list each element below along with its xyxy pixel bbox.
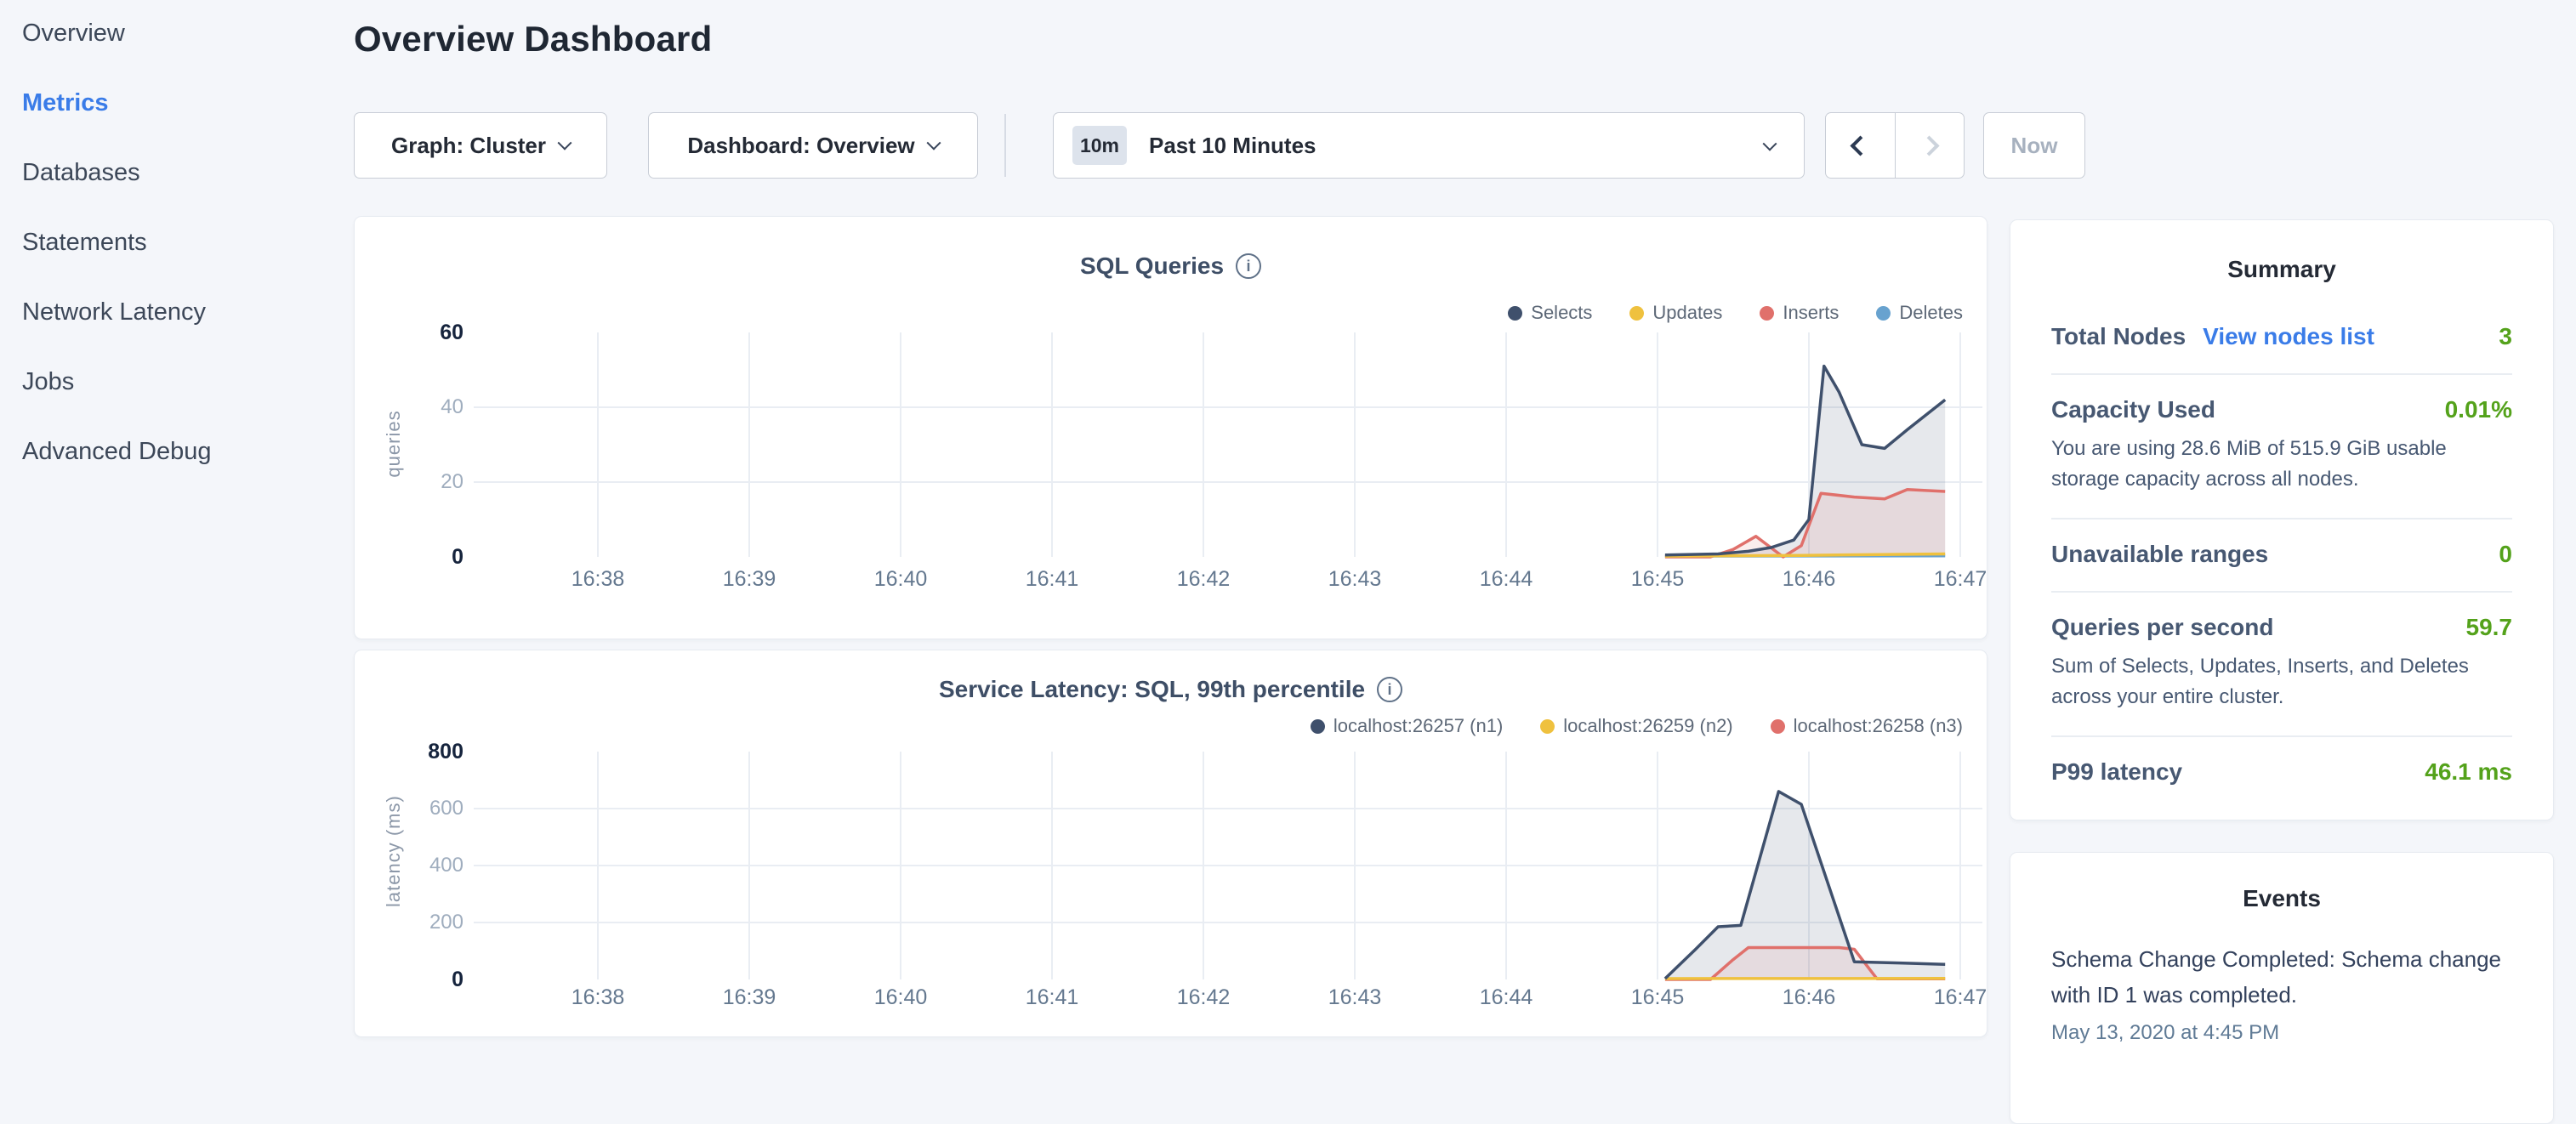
chevron-left-icon <box>1850 135 1870 156</box>
event-text: Schema Change Completed: Schema change w… <box>2051 941 2519 1013</box>
sidebar-item-network-latency[interactable]: Network Latency <box>22 298 328 327</box>
sidebar-item-overview[interactable]: Overview <box>22 19 328 48</box>
x-axis-tick-label: 16:45 <box>1631 567 1685 592</box>
summary-row-label: P99 latency <box>2051 758 2182 786</box>
time-range-selector[interactable]: 10m Past 10 Minutes <box>1053 112 1805 179</box>
chart-plot-area[interactable] <box>355 650 1988 1038</box>
summary-row-value: 0 <box>2499 541 2512 568</box>
sidebar-item-databases[interactable]: Databases <box>22 158 328 188</box>
events-panel: Events Schema Change Completed: Schema c… <box>2010 852 2554 1124</box>
chevron-down-icon <box>926 136 941 150</box>
x-axis-tick-label: 16:46 <box>1783 985 1836 1010</box>
divider <box>1004 114 1006 177</box>
prev-time-button[interactable] <box>1826 113 1896 178</box>
event-item[interactable]: Schema Change Completed: Schema change w… <box>2051 941 2519 1045</box>
summary-heading: Summary <box>2010 256 2553 283</box>
summary-row-label: Capacity Used <box>2051 396 2215 423</box>
summary-row: Capacity Used 0.01% You are using 28.6 MiB… <box>2051 375 2512 519</box>
x-axis-tick-label: 16:44 <box>1480 567 1533 592</box>
x-axis-tick-label: 16:47 <box>1934 567 1987 592</box>
x-axis-tick-label: 16:40 <box>874 985 928 1010</box>
page-title: Overview Dashboard <box>354 19 712 60</box>
summary-row-label: Queries per second <box>2051 614 2273 641</box>
summary-row-description: Sum of Selects, Updates, Inserts, and De… <box>2051 651 2512 712</box>
x-axis-tick-label: 16:44 <box>1480 985 1533 1010</box>
x-axis-tick-label: 16:43 <box>1328 985 1382 1010</box>
x-axis-tick-label: 16:38 <box>571 567 625 592</box>
x-axis-tick-label: 16:40 <box>874 567 928 592</box>
summary-row-value: 46.1 ms <box>2425 758 2512 786</box>
summary-row: Unavailable ranges 0 <box>2051 519 2512 593</box>
x-axis-tick-label: 16:43 <box>1328 567 1382 592</box>
y-axis-tick-label: 800 <box>378 740 463 764</box>
sidebar-item-jobs[interactable]: Jobs <box>22 367 328 397</box>
x-axis-tick-label: 16:39 <box>723 985 776 1010</box>
x-axis-tick-label: 16:41 <box>1026 985 1079 1010</box>
sidebar: Overview Metrics Databases Statements Networ… <box>22 19 328 507</box>
time-step-group <box>1825 112 1965 179</box>
time-range-label: Past 10 Minutes <box>1149 133 1316 159</box>
x-axis-tick-label: 16:42 <box>1177 567 1231 592</box>
y-axis-label: queries <box>383 401 405 486</box>
summary-panel: Summary Total Nodes View nodes list 3 Capac… <box>2010 219 2554 820</box>
summary-row-value: 59.7 <box>2466 614 2513 641</box>
graph-dropdown[interactable]: Graph: Cluster <box>354 112 607 179</box>
sidebar-item-metrics[interactable]: Metrics <box>22 88 328 118</box>
summary-row-label: Total Nodes <box>2051 323 2186 350</box>
x-axis-tick-label: 16:45 <box>1631 985 1685 1010</box>
x-axis-tick-label: 16:47 <box>1934 985 1987 1010</box>
y-axis-label: latency (ms) <box>383 822 405 907</box>
x-axis-tick-label: 16:46 <box>1783 567 1836 592</box>
view-nodes-list-link[interactable]: View nodes list <box>2203 323 2374 350</box>
chevron-down-icon <box>558 136 572 150</box>
now-button[interactable]: Now <box>1983 112 2085 179</box>
dashboard-dropdown-label: Dashboard: Overview <box>687 133 914 159</box>
summary-row-description: You are using 28.6 MiB of 515.9 GiB usab… <box>2051 434 2512 495</box>
events-heading: Events <box>2010 885 2553 912</box>
summary-row-value: 3 <box>2499 323 2512 350</box>
summary-row-label: Unavailable ranges <box>2051 541 2268 568</box>
y-axis-tick-label: 0 <box>378 545 463 570</box>
sql-queries-chart-card: SQL QueriesiSelectsUpdatesInsertsDeletes… <box>354 216 1987 639</box>
x-axis-tick-label: 16:38 <box>571 985 625 1010</box>
x-axis-tick-label: 16:39 <box>723 567 776 592</box>
graph-dropdown-label: Graph: Cluster <box>391 133 546 159</box>
sidebar-item-statements[interactable]: Statements <box>22 228 328 258</box>
chevron-down-icon <box>1763 137 1777 151</box>
y-axis-tick-label: 60 <box>378 321 463 345</box>
now-button-label: Now <box>2011 133 2058 159</box>
summary-rows: Total Nodes View nodes list 3 Capacity Used… <box>2051 302 2512 809</box>
sidebar-item-advanced-debug[interactable]: Advanced Debug <box>22 437 328 467</box>
summary-row-value: 0.01% <box>2445 396 2512 423</box>
service-latency-chart-card: Service Latency: SQL, 99th percentileilo… <box>354 650 1987 1037</box>
y-axis-tick-label: 0 <box>378 968 463 992</box>
summary-row: P99 latency 46.1 ms <box>2051 737 2512 809</box>
x-axis-tick-label: 16:41 <box>1026 567 1079 592</box>
next-time-button[interactable] <box>1896 113 1965 178</box>
summary-row: Total Nodes View nodes list 3 <box>2051 302 2512 375</box>
y-axis-tick-label: 200 <box>378 911 463 934</box>
dashboard-dropdown[interactable]: Dashboard: Overview <box>648 112 978 179</box>
summary-row: Queries per second 59.7 Sum of Selects, Up… <box>2051 593 2512 737</box>
time-range-badge: 10m <box>1072 126 1127 165</box>
chevron-right-icon <box>1919 135 1940 156</box>
event-timestamp: May 13, 2020 at 4:45 PM <box>2051 1021 2519 1045</box>
x-axis-tick-label: 16:42 <box>1177 985 1231 1010</box>
